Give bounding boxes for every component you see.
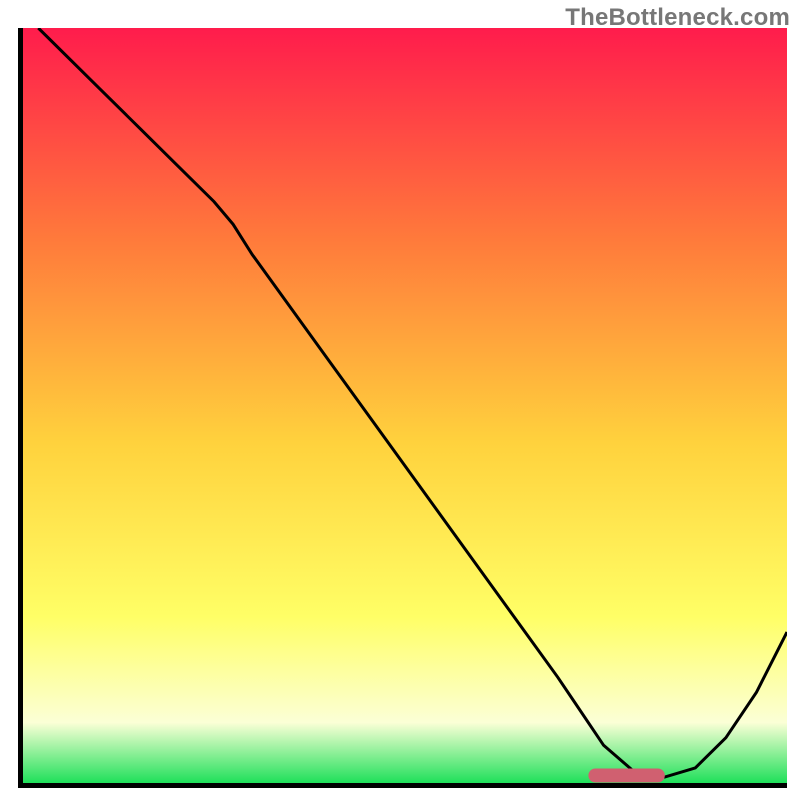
background-gradient xyxy=(23,28,787,783)
chart-root: TheBottleneck.com xyxy=(0,0,800,800)
plot-frame xyxy=(18,28,787,788)
plot-area xyxy=(23,28,787,783)
